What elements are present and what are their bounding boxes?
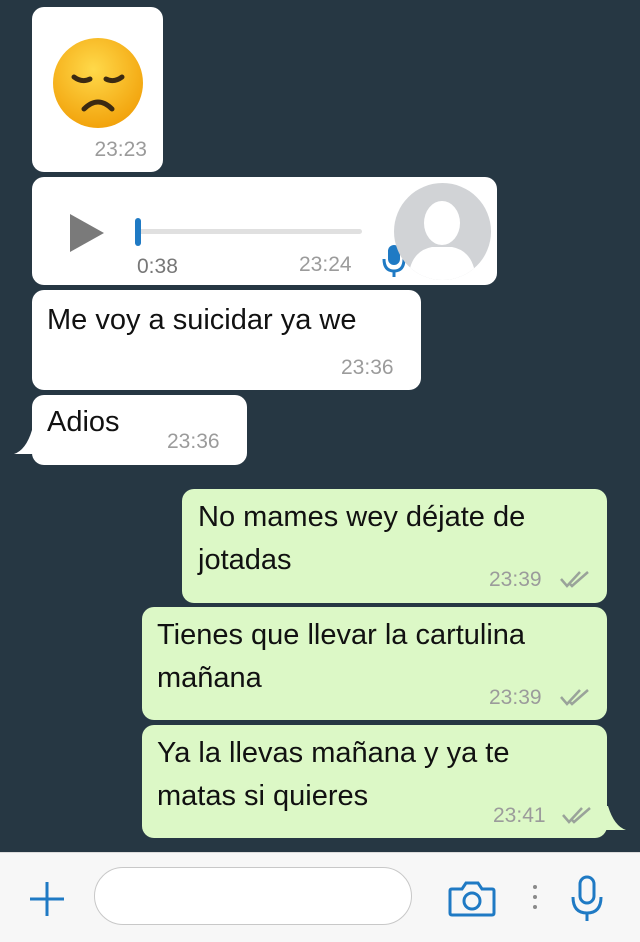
message-text: Me voy a suicidar ya we (47, 304, 357, 336)
message-time: 23:41 (493, 804, 546, 827)
message-text: Ya la llevas mañana y ya te (157, 737, 510, 769)
message-time: 23:36 (167, 430, 220, 453)
voice-progress-handle[interactable] (135, 218, 141, 246)
incoming-message[interactable]: Adios 23:36 (32, 395, 247, 465)
message-time: 23:24 (299, 253, 352, 276)
message-text: Tienes que llevar la cartulina (157, 619, 526, 651)
voice-message[interactable]: 0:38 23:24 (32, 177, 497, 285)
message-text: Adios (47, 406, 120, 438)
read-ticks-icon (562, 807, 591, 824)
voice-progress-track[interactable] (138, 229, 362, 234)
outgoing-message[interactable]: Ya la llevas mañana y ya te matas si qui… (142, 725, 607, 838)
play-icon[interactable] (70, 214, 106, 252)
incoming-message[interactable]: Me voy a suicidar ya we 23:36 (32, 290, 421, 390)
message-time: 23:39 (489, 686, 542, 709)
message-time: 23:36 (341, 356, 394, 379)
default-avatar-icon (408, 201, 476, 280)
message-time: 23:39 (489, 568, 542, 591)
read-ticks-icon (560, 571, 589, 588)
avatar[interactable] (394, 183, 491, 280)
microphone-icon[interactable] (570, 875, 604, 923)
outgoing-message[interactable]: Tienes que llevar la cartulina mañana 23… (142, 607, 607, 720)
message-text: No mames wey déjate de (198, 501, 526, 533)
read-ticks-icon (560, 689, 589, 706)
message-text: matas si quieres (157, 780, 369, 812)
voice-duration: 0:38 (137, 255, 178, 278)
message-input-bar (0, 852, 640, 942)
disappointed-face-emoji (53, 38, 143, 128)
plus-icon[interactable] (28, 880, 66, 918)
message-text: jotadas (198, 544, 292, 576)
message-time: 23:23 (94, 138, 147, 161)
message-text: mañana (157, 662, 262, 694)
outgoing-message[interactable]: No mames wey déjate de jotadas 23:39 (182, 489, 607, 603)
message-input[interactable] (94, 867, 412, 925)
camera-icon[interactable] (448, 881, 496, 917)
more-icon[interactable] (531, 883, 539, 913)
message-emoji[interactable]: 23:23 (32, 7, 163, 172)
